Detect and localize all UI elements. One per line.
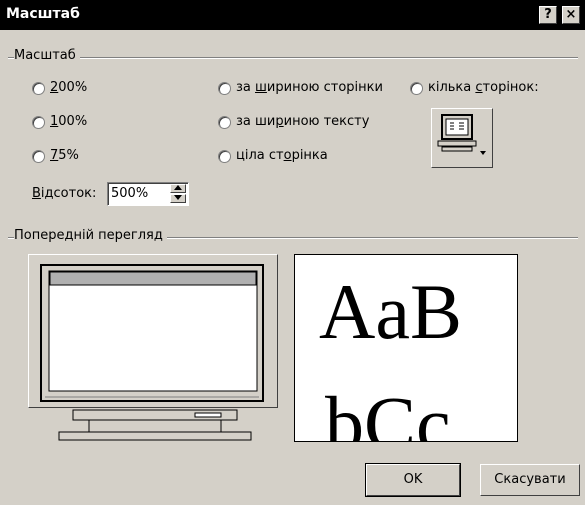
monitor-frame (40, 264, 264, 402)
radio-dot (218, 82, 231, 95)
triangle-down-icon (174, 195, 182, 200)
spin-down-button[interactable] (170, 194, 186, 203)
radio-dot (32, 116, 45, 129)
spin-up-button[interactable] (170, 184, 186, 193)
radio-many-pages-label: кілька сторінок: (428, 80, 539, 95)
title-bar: Масштаб ? × (0, 0, 585, 30)
help-button[interactable]: ? (539, 6, 557, 24)
radio-page-width-label: за шириною сторінки (236, 80, 383, 95)
cancel-button[interactable]: Скасувати (480, 464, 580, 496)
percent-label: Відсоток: (32, 186, 97, 201)
radio-75-label: 75% (50, 148, 79, 163)
radio-whole-page-label: ціла сторінка (236, 148, 328, 163)
zoom-group-label: Масштаб (14, 48, 80, 63)
radio-200-label: 200% (50, 80, 88, 95)
radio-dot (218, 116, 231, 129)
preview-group-label: Попередній перегляд (14, 228, 167, 243)
preview-monitor (28, 254, 278, 408)
radio-dot (32, 150, 45, 163)
sample-text-line-2: bCc (325, 380, 451, 442)
triangle-up-icon (174, 185, 182, 190)
multiple-pages-button[interactable] (431, 108, 493, 168)
close-button[interactable]: × (562, 6, 580, 24)
percent-value[interactable]: 500% (111, 186, 148, 201)
radio-100-label: 100% (50, 114, 88, 129)
radio-dot (410, 82, 423, 95)
radio-dot (32, 82, 45, 95)
multiple-pages-monitor-icon (437, 114, 486, 155)
sample-text-line-1: AaB (319, 268, 462, 355)
radio-dot (218, 150, 231, 163)
ok-button[interactable]: OK (365, 463, 461, 497)
monitor-stand (58, 409, 252, 441)
radio-text-width-label: за шириною тексту (236, 114, 370, 129)
zoom-group-border (8, 57, 578, 59)
window-title: Масштаб (6, 6, 80, 22)
zoom-dialog: Масштаб ? × Масштаб 200% 100% 75% за шир… (0, 0, 585, 505)
preview-sample: AaB bCc (294, 254, 518, 442)
percent-spinbox[interactable]: 500% (107, 182, 189, 206)
